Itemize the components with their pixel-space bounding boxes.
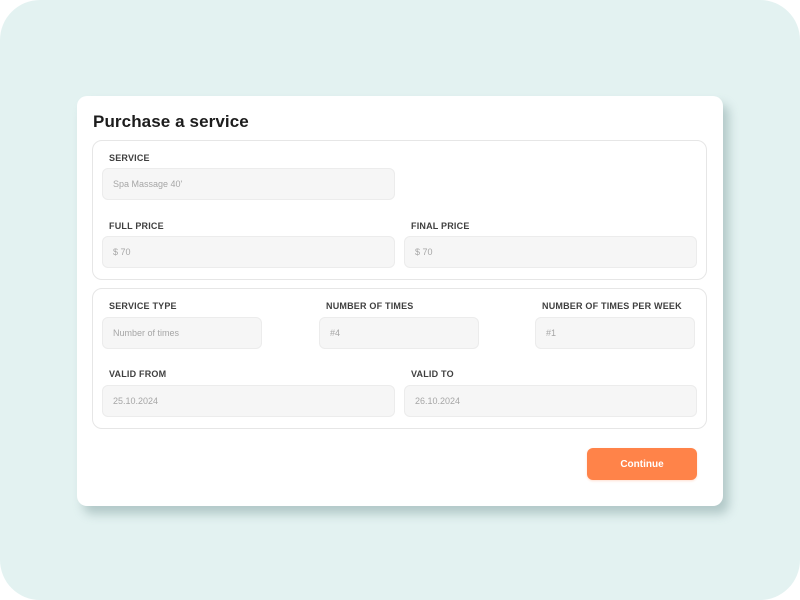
full-price-field[interactable]: $ 70 — [102, 236, 395, 268]
final-price-label: FINAL PRICE — [411, 221, 470, 231]
times-per-week-label: NUMBER OF TIMES PER WEEK — [542, 301, 682, 311]
service-label: SERVICE — [109, 153, 150, 163]
continue-button[interactable]: Continue — [587, 448, 697, 480]
service-type-label: SERVICE TYPE — [109, 301, 177, 311]
number-of-times-label: NUMBER OF TIMES — [326, 301, 414, 311]
valid-from-field[interactable]: 25.10.2024 — [102, 385, 395, 417]
service-details-panel: SERVICE TYPE Number of times NUMBER OF T… — [92, 288, 707, 429]
service-type-field[interactable]: Number of times — [102, 317, 262, 349]
times-per-week-field[interactable]: #1 — [535, 317, 695, 349]
number-of-times-field[interactable]: #4 — [319, 317, 479, 349]
page-title: Purchase a service — [93, 112, 249, 131]
valid-to-label: VALID TO — [411, 369, 454, 379]
valid-to-field[interactable]: 26.10.2024 — [404, 385, 697, 417]
service-field[interactable]: Spa Massage 40' — [102, 168, 395, 200]
service-price-panel: SERVICE Spa Massage 40' FULL PRICE $ 70 … — [92, 140, 707, 280]
purchase-service-card: Purchase a service SERVICE Spa Massage 4… — [77, 96, 723, 506]
full-price-label: FULL PRICE — [109, 221, 164, 231]
final-price-field[interactable]: $ 70 — [404, 236, 697, 268]
valid-from-label: VALID FROM — [109, 369, 167, 379]
